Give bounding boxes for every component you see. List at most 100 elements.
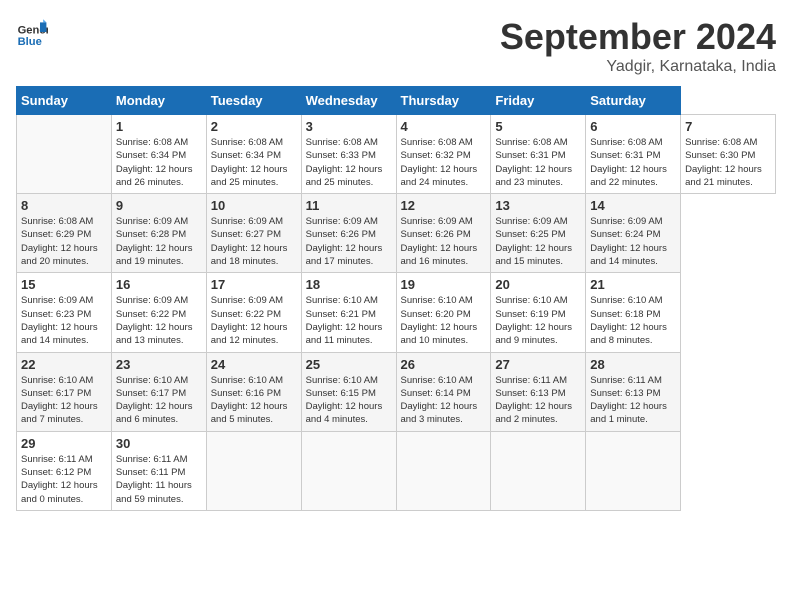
day-info: Sunrise: 6:08 AMSunset: 6:31 PMDaylight:… (495, 136, 581, 189)
logo-icon: General Blue (16, 16, 48, 48)
day-number: 2 (211, 119, 297, 134)
calendar-cell: 18 Sunrise: 6:10 AMSunset: 6:21 PMDayligh… (301, 273, 396, 352)
calendar-cell: 17 Sunrise: 6:09 AMSunset: 6:22 PMDayligh… (206, 273, 301, 352)
calendar-cell: 3Sunrise: 6:08 AMSunset: 6:33 PMDaylight… (301, 115, 396, 194)
day-number: 15 (21, 277, 107, 292)
day-info: Sunrise: 6:09 AMSunset: 6:24 PMDaylight:… (590, 215, 676, 268)
column-header-monday: Monday (111, 87, 206, 115)
day-info: Sunrise: 6:08 AMSunset: 6:32 PMDaylight:… (401, 136, 487, 189)
calendar-cell: 2 Sunrise: 6:08 AMSunset: 6:34 PMDaylight… (206, 115, 301, 194)
calendar-week-2: 8Sunrise: 6:08 AMSunset: 6:29 PMDaylight… (17, 194, 776, 273)
day-info: Sunrise: 6:08 AMSunset: 6:34 PMDaylight:… (116, 136, 202, 189)
calendar-cell: 6Sunrise: 6:08 AMSunset: 6:31 PMDaylight… (586, 115, 681, 194)
day-number: 27 (495, 357, 581, 372)
day-number: 26 (401, 357, 487, 372)
day-number: 17 (211, 277, 297, 292)
day-info: Sunrise: 6:08 AMSunset: 6:30 PMDaylight:… (685, 136, 771, 189)
svg-text:Blue: Blue (18, 36, 42, 48)
day-info: Sunrise: 6:09 AMSunset: 6:25 PMDaylight:… (495, 215, 581, 268)
day-info: Sunrise: 6:09 AMSunset: 6:23 PMDaylight:… (21, 294, 107, 347)
calendar-cell: 28 Sunrise: 6:11 AMSunset: 6:13 PMDayligh… (586, 352, 681, 431)
day-info: Sunrise: 6:09 AMSunset: 6:22 PMDaylight:… (116, 294, 202, 347)
column-header-sunday: Sunday (17, 87, 112, 115)
day-info: Sunrise: 6:10 AMSunset: 6:19 PMDaylight:… (495, 294, 581, 347)
calendar-cell (586, 431, 681, 510)
calendar-cell: 7 Sunrise: 6:08 AMSunset: 6:30 PMDaylight… (681, 115, 776, 194)
calendar-cell: 10 Sunrise: 6:09 AMSunset: 6:27 PMDayligh… (206, 194, 301, 273)
calendar-cell: 27 Sunrise: 6:11 AMSunset: 6:13 PMDayligh… (491, 352, 586, 431)
calendar-table: SundayMondayTuesdayWednesdayThursdayFrid… (16, 86, 776, 511)
day-number: 16 (116, 277, 202, 292)
column-header-friday: Friday (491, 87, 586, 115)
calendar-cell: 21 Sunrise: 6:10 AMSunset: 6:18 PMDayligh… (586, 273, 681, 352)
column-header-wednesday: Wednesday (301, 87, 396, 115)
day-number: 12 (401, 198, 487, 213)
header: General Blue September 2024 Yadgir, Karn… (16, 16, 776, 76)
calendar-cell: 20 Sunrise: 6:10 AMSunset: 6:19 PMDayligh… (491, 273, 586, 352)
calendar-cell (17, 115, 112, 194)
calendar-cell: 9Sunrise: 6:09 AMSunset: 6:28 PMDaylight… (111, 194, 206, 273)
day-info: Sunrise: 6:10 AMSunset: 6:17 PMDaylight:… (116, 374, 202, 427)
day-number: 9 (116, 198, 202, 213)
day-number: 28 (590, 357, 676, 372)
day-info: Sunrise: 6:09 AMSunset: 6:22 PMDaylight:… (211, 294, 297, 347)
day-number: 3 (306, 119, 392, 134)
calendar-cell: 1 Sunrise: 6:08 AMSunset: 6:34 PMDaylight… (111, 115, 206, 194)
day-number: 1 (116, 119, 202, 134)
day-info: Sunrise: 6:09 AMSunset: 6:27 PMDaylight:… (211, 215, 297, 268)
day-number: 5 (495, 119, 581, 134)
day-number: 18 (306, 277, 392, 292)
day-number: 11 (306, 198, 392, 213)
calendar-cell: 4Sunrise: 6:08 AMSunset: 6:32 PMDaylight… (396, 115, 491, 194)
day-info: Sunrise: 6:08 AMSunset: 6:29 PMDaylight:… (21, 215, 107, 268)
column-header-thursday: Thursday (396, 87, 491, 115)
day-info: Sunrise: 6:09 AMSunset: 6:26 PMDaylight:… (401, 215, 487, 268)
calendar-cell (301, 431, 396, 510)
day-info: Sunrise: 6:10 AMSunset: 6:18 PMDaylight:… (590, 294, 676, 347)
calendar-cell: 5 Sunrise: 6:08 AMSunset: 6:31 PMDaylight… (491, 115, 586, 194)
calendar-week-1: 1 Sunrise: 6:08 AMSunset: 6:34 PMDaylight… (17, 115, 776, 194)
day-number: 13 (495, 198, 581, 213)
day-number: 19 (401, 277, 487, 292)
calendar-cell: 8Sunrise: 6:08 AMSunset: 6:29 PMDaylight… (17, 194, 112, 273)
day-info: Sunrise: 6:11 AMSunset: 6:12 PMDaylight:… (21, 453, 107, 506)
calendar-cell: 19 Sunrise: 6:10 AMSunset: 6:20 PMDayligh… (396, 273, 491, 352)
day-number: 20 (495, 277, 581, 292)
title-area: September 2024 Yadgir, Karnataka, India (500, 16, 776, 76)
day-info: Sunrise: 6:08 AMSunset: 6:34 PMDaylight:… (211, 136, 297, 189)
day-number: 22 (21, 357, 107, 372)
calendar-cell (396, 431, 491, 510)
day-number: 14 (590, 198, 676, 213)
column-header-saturday: Saturday (586, 87, 681, 115)
calendar-cell: 13 Sunrise: 6:09 AMSunset: 6:25 PMDayligh… (491, 194, 586, 273)
calendar-week-3: 15 Sunrise: 6:09 AMSunset: 6:23 PMDayligh… (17, 273, 776, 352)
day-number: 23 (116, 357, 202, 372)
calendar-cell: 25Sunrise: 6:10 AMSunset: 6:15 PMDayligh… (301, 352, 396, 431)
column-header-tuesday: Tuesday (206, 87, 301, 115)
day-info: Sunrise: 6:10 AMSunset: 6:14 PMDaylight:… (401, 374, 487, 427)
day-info: Sunrise: 6:10 AMSunset: 6:20 PMDaylight:… (401, 294, 487, 347)
day-number: 21 (590, 277, 676, 292)
calendar-cell: 22Sunrise: 6:10 AMSunset: 6:17 PMDayligh… (17, 352, 112, 431)
calendar-cell: 29 Sunrise: 6:11 AMSunset: 6:12 PMDayligh… (17, 431, 112, 510)
calendar-cell (206, 431, 301, 510)
calendar-cell: 26 Sunrise: 6:10 AMSunset: 6:14 PMDayligh… (396, 352, 491, 431)
calendar-cell: 16 Sunrise: 6:09 AMSunset: 6:22 PMDayligh… (111, 273, 206, 352)
month-title: September 2024 (500, 16, 776, 58)
day-number: 24 (211, 357, 297, 372)
day-info: Sunrise: 6:10 AMSunset: 6:16 PMDaylight:… (211, 374, 297, 427)
calendar-cell: 24 Sunrise: 6:10 AMSunset: 6:16 PMDayligh… (206, 352, 301, 431)
day-info: Sunrise: 6:10 AMSunset: 6:15 PMDaylight:… (306, 374, 392, 427)
day-number: 29 (21, 436, 107, 451)
day-info: Sunrise: 6:11 AMSunset: 6:13 PMDaylight:… (590, 374, 676, 427)
day-info: Sunrise: 6:10 AMSunset: 6:21 PMDaylight:… (306, 294, 392, 347)
location-subtitle: Yadgir, Karnataka, India (500, 58, 776, 76)
day-info: Sunrise: 6:09 AMSunset: 6:26 PMDaylight:… (306, 215, 392, 268)
calendar-week-5: 29 Sunrise: 6:11 AMSunset: 6:12 PMDayligh… (17, 431, 776, 510)
calendar-cell: 14 Sunrise: 6:09 AMSunset: 6:24 PMDayligh… (586, 194, 681, 273)
calendar-cell (491, 431, 586, 510)
calendar-week-4: 22 Sunrise: 6:10 AMSunset: 6:17 PMDayligh… (17, 352, 776, 431)
day-info: Sunrise: 6:11 AMSunset: 6:13 PMDaylight:… (495, 374, 581, 427)
day-number: 10 (211, 198, 297, 213)
day-number: 7 (685, 119, 771, 134)
